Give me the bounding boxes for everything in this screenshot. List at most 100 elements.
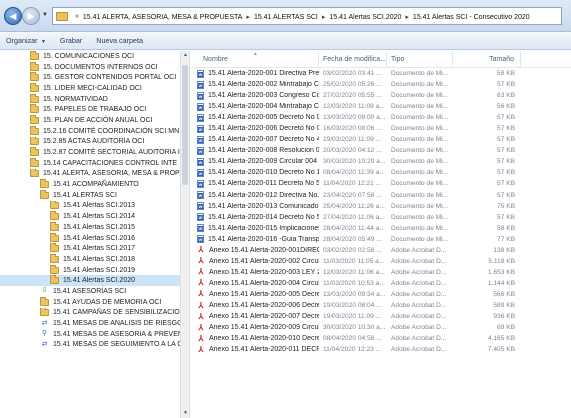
- scrollbar-thumb[interactable]: [182, 65, 188, 185]
- nav-tree-item-label: 15.41 Alertas SCI.2020: [63, 277, 135, 285]
- file-row[interactable]: ⅄ Anexo 15.41 Alerta-2020-009 Circular 00…: [191, 322, 571, 333]
- file-row[interactable]: 15.41 Alerta-2020-014 Decreto No 593 iva…: [191, 212, 571, 223]
- file-row[interactable]: 15.41 Alerta-2020-010 Decreto No 106 iva…: [191, 167, 571, 178]
- nav-tree-item[interactable]: 15.41 Alertas SCI.2015: [0, 222, 189, 233]
- nav-tree-item[interactable]: 15.41 Alertas SCI.2019: [0, 264, 189, 276]
- nav-tree-item[interactable]: 15. COMUNICACIONES OCI: [0, 51, 189, 62]
- file-size: 1.653 KB: [487, 268, 515, 276]
- folder-icon: [40, 307, 49, 317]
- file-type: Documento de Mi...: [391, 81, 449, 89]
- file-row[interactable]: 15.41 Alerta-2020-003 Congreso Codigo I.…: [191, 90, 571, 101]
- file-row[interactable]: ⅄ Anexo 15.41 Alerta-2020-001DIRECTIVA P.…: [191, 245, 571, 256]
- nav-tree-item[interactable]: 15.41 AYUDAS DE MEMORIA OCI: [0, 296, 189, 308]
- nav-tree-item-label: 15. NORMATIVIDAD: [43, 95, 108, 103]
- scroll-up-icon[interactable]: ▲: [181, 51, 189, 60]
- nav-tree-item[interactable]: 15. PAPELES DE TRABAJO OCI: [0, 104, 189, 115]
- file-row[interactable]: 15.41 Alerta-2020-008 Resolucion 063 CGR…: [191, 145, 571, 156]
- nav-tree-item[interactable]: 15. LIDER MECI-CALIDAD OCI: [0, 83, 189, 94]
- breadcrumb-item[interactable]: 15.41 Alertas SCI - Consecutivo 2020: [413, 14, 530, 21]
- file-row[interactable]: 15.41 Alerta-2020-013 Comunicado Colo...…: [191, 201, 571, 212]
- nav-tree-item-label: 15.41 ASESORÍAS SCI: [53, 287, 127, 295]
- column-header-date[interactable]: Fecha de modifica...: [319, 51, 387, 68]
- file-row[interactable]: ⅄ Anexo 15.41 Alerta-2020-006 Decreto 090…: [191, 300, 571, 311]
- nav-tree-item[interactable]: 15.41 Alertas SCI.2016: [0, 232, 189, 244]
- breadcrumb-separator-icon[interactable]: ▸: [322, 14, 326, 21]
- nav-tree-item[interactable]: 15.2.85 ACTAS AUDITORÍA OCI: [0, 136, 189, 148]
- recent-pages-dropdown[interactable]: ▼: [42, 12, 48, 18]
- nav-tree-item[interactable]: ⇩ 15.41 ASESORÍAS SCI: [0, 286, 189, 297]
- nav-tree-item[interactable]: ⚲ 15.41 MESAS DE ASESORIA & PREVENC: [0, 329, 189, 340]
- word-document-icon: [197, 135, 204, 144]
- breadcrumb-separator-icon[interactable]: ▸: [405, 14, 409, 21]
- file-size: 589 KB: [493, 302, 515, 309]
- pdf-file-icon: ⅄: [198, 257, 204, 266]
- breadcrumb-item[interactable]: 15.41 Alertas SCI.2020: [329, 14, 401, 21]
- file-row[interactable]: ⅄ Anexo 15.41 Alerta-2020-003 LEY 2016 DE…: [191, 267, 571, 278]
- nav-tree-item[interactable]: 15.41 Alertas SCI.2013: [0, 200, 189, 212]
- nav-tree-item[interactable]: ⇄ 15.41 MESAS DE SEGUIMIENTO A LA GE: [0, 340, 189, 351]
- file-name: 15.41 Alerta-2020-015 Implicaciones COV.…: [208, 224, 319, 232]
- breadcrumb-overflow[interactable]: «: [75, 13, 79, 20]
- column-header-type[interactable]: Tipo: [387, 51, 453, 68]
- file-row[interactable]: 15.41 Alerta-2020-016 -Guia Transparenc.…: [191, 234, 571, 245]
- breadcrumb-item[interactable]: 15.41 ALERTAS SCI: [254, 14, 318, 21]
- file-row[interactable]: ⅄ Anexo 15.41 Alerta-2020-010 Decreto 106…: [191, 333, 571, 344]
- word-document-icon: [197, 69, 204, 78]
- file-row[interactable]: 15.41 Alerta-2020-005 Decreto No 081 C..…: [191, 112, 571, 123]
- file-row[interactable]: 15.41 Alerta-2020-012 Directiva No. 16 P…: [191, 190, 571, 201]
- nav-tree-item[interactable]: 15.41 Alertas SCI.2014: [0, 211, 189, 222]
- file-date: 12/03/2020 11:09 a...: [323, 103, 385, 111]
- file-row[interactable]: 15.41 Alerta-2020-002 Mintrabajo Circula…: [191, 79, 571, 90]
- file-row[interactable]: 15.41 Alerta-2020-001 Directiva Presiden…: [191, 68, 571, 79]
- file-name-cell: 15.41 Alerta-2020-008 Resolucion 063 CGR: [191, 146, 319, 155]
- file-row[interactable]: 15.41 Alerta-2020-007 Decreto No 434-20.…: [191, 134, 571, 145]
- nav-tree-item[interactable]: 15.41 Alertas SCI.2018: [0, 254, 189, 265]
- column-header-size[interactable]: Tamaño: [453, 51, 521, 68]
- address-field[interactable]: « 15.41 ALERTA, ASESORIA, MESA & PROPUES…: [52, 7, 562, 25]
- nav-tree-item[interactable]: 15. NORMATIVIDAD: [0, 93, 189, 105]
- file-name-cell: 15.41 Alerta-2020-007 Decreto No 434-20.…: [191, 135, 319, 144]
- nav-tree-item[interactable]: 15.41 CAMPAÑAS DE SENSIBILIZACIÓN: [0, 307, 189, 319]
- nav-tree-item[interactable]: 15. DOCUMENTOS INTERNOS OCI: [0, 61, 189, 73]
- nav-tree-item[interactable]: 15.14 CAPACITACIONES CONTROL INTE: [0, 157, 189, 169]
- file-date: 20/03/2020 04:12 ...: [323, 147, 382, 155]
- file-row[interactable]: 15.41 Alerta-2020-004 Mintrabajo Circula…: [191, 101, 571, 112]
- file-type: Documento de Mi...: [391, 125, 449, 133]
- organize-button[interactable]: Organizar ▼: [6, 36, 46, 45]
- new-folder-button[interactable]: Nueva carpeta: [96, 36, 143, 45]
- forward-button[interactable]: ▶: [22, 7, 40, 25]
- nav-tree-item[interactable]: ⇄ 15.41 MESAS DE ANALISIS DE RIESGOS: [0, 318, 189, 329]
- file-row[interactable]: ⅄ Anexo 15.41 Alerta-2020-007 Decreto 434…: [191, 311, 571, 322]
- nav-tree-item[interactable]: 15.41 ACOMPAÑAMIENTO: [0, 179, 189, 190]
- nav-tree-item[interactable]: 15.41 ALERTA, ASESORIA, MESA & PROPU: [0, 168, 189, 180]
- nav-tree-item-label: 15.41 AYUDAS DE MEMORIA OCI: [53, 298, 162, 306]
- file-row[interactable]: 15.41 Alerta-2020-011 Decreto No 531 iva…: [191, 178, 571, 189]
- nav-tree-item[interactable]: 15.41 Alertas SCI.2020: [0, 275, 189, 287]
- file-row[interactable]: 15.41 Alerta-2020-015 Implicaciones COV.…: [191, 223, 571, 234]
- file-type: Documento de Mi...: [391, 114, 449, 122]
- nav-tree-item[interactable]: 15.2.87 COMITÉ SECTORIAL AUDITORIA I: [0, 147, 189, 158]
- nav-tree-item[interactable]: 15. GESTOR CONTENIDOS PORTAL OCI: [0, 72, 189, 83]
- file-name: 15.41 Alerta-2020-016 -Guia Transparenc.…: [208, 235, 319, 243]
- navigation-scrollbar[interactable]: ▲ ▼: [180, 51, 189, 418]
- breadcrumb-item[interactable]: 15.41 ALERTA, ASESORIA, MESA & PROPUESTA: [83, 14, 243, 21]
- column-header-row: ▲ Nombre Fecha de modifica... Tipo Tamañ…: [191, 51, 571, 68]
- breadcrumb-separator-icon[interactable]: ▸: [246, 14, 250, 21]
- file-row[interactable]: 15.41 Alerta-2020-009 Circular 004 Conse…: [191, 156, 571, 167]
- nav-tree-item[interactable]: 15.2.16 COMITÉ COORDINACIÓN SCI MN: [0, 125, 189, 137]
- back-button[interactable]: ◀: [4, 7, 22, 25]
- file-name: Anexo 15.41 Alerta-2020-003 LEY 2016 DE.…: [209, 268, 319, 276]
- file-size: 138 KB: [493, 246, 515, 254]
- nav-tree-item[interactable]: 15.41 ALERTAS SCI: [0, 189, 189, 201]
- file-row[interactable]: 15.41 Alerta-2020-006 Decreto No 090-20.…: [191, 123, 571, 134]
- file-date: 19/03/2020 11:09 ...: [323, 313, 382, 321]
- nav-tree-item[interactable]: 15. PLAN DE ACCIÓN ANUAL OCI: [0, 115, 189, 126]
- file-row[interactable]: ⅄ Anexo 15.41 Alerta-2020-004 Circular_00…: [191, 278, 571, 289]
- scroll-down-icon[interactable]: ▼: [181, 409, 189, 418]
- file-row[interactable]: ⅄ Anexo 15.41 Alerta-2020-005 Decreto 081…: [191, 289, 571, 300]
- file-type: Adobe Acrobat D...: [391, 268, 447, 276]
- file-row[interactable]: ⅄ Anexo 15.41 Alerta-2020-011 DECRETO S..…: [191, 344, 571, 355]
- save-button[interactable]: Grabar: [60, 36, 82, 45]
- file-row[interactable]: ⅄ Anexo 15.41 Alerta-2020-002 Circular N.…: [191, 256, 571, 267]
- nav-tree-item[interactable]: 15.41 Alertas SCI.2017: [0, 243, 189, 254]
